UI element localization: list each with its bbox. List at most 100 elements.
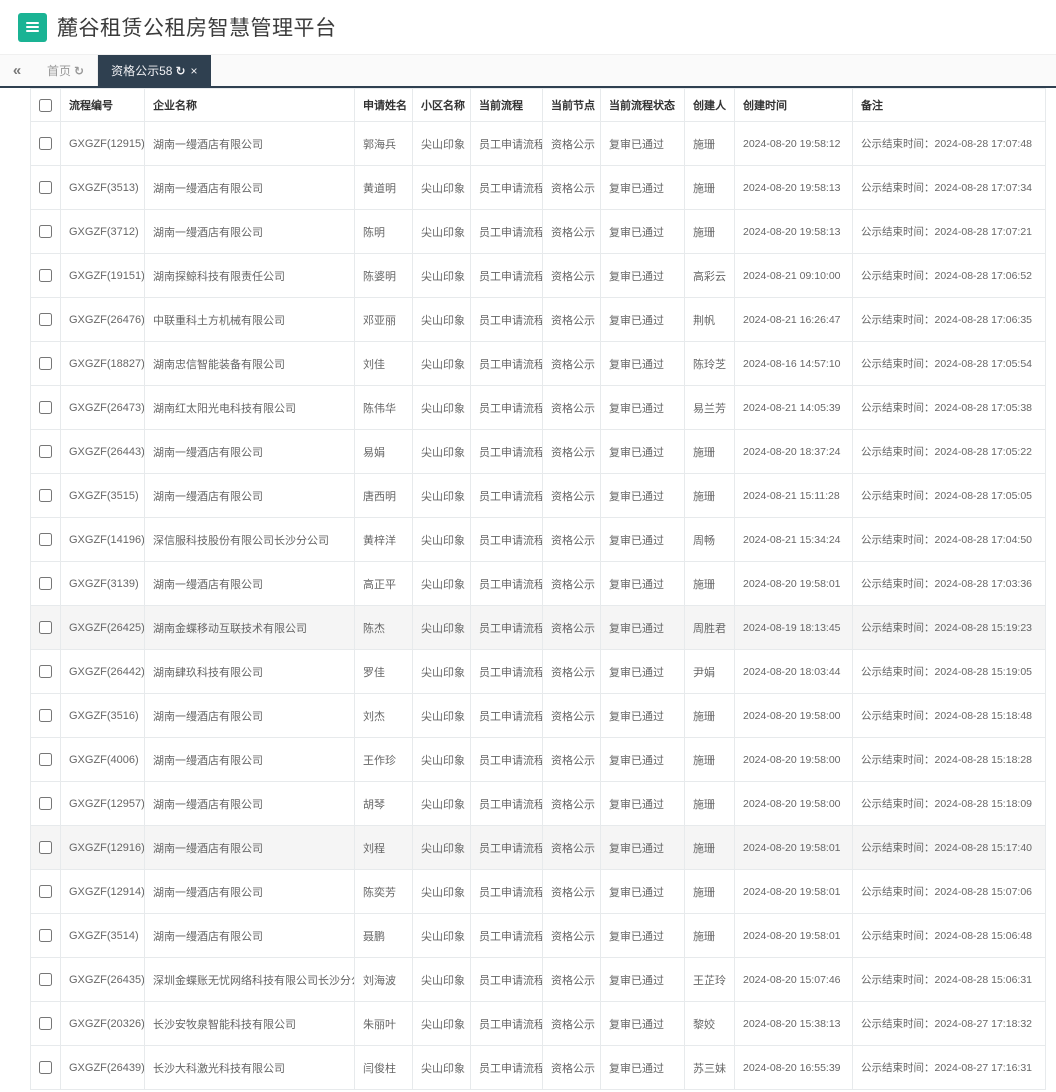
table-row: GXGZF(3516) 湖南一缦酒店有限公司 刘杰 尖山印象 员工申请流程 资格… <box>30 693 1046 738</box>
cell-created-time: 2024-08-21 09:10:00 <box>734 253 853 298</box>
cell-status: 复审已通过 <box>600 209 685 254</box>
row-checkbox[interactable] <box>39 269 52 282</box>
cell-applicant: 陈婆明 <box>354 253 413 298</box>
select-all-checkbox[interactable] <box>39 98 52 112</box>
cell-applicant: 闫俊柱 <box>354 1045 413 1090</box>
cell-applicant: 陈伟华 <box>354 385 413 430</box>
header-applicant: 申请姓名 <box>354 88 413 122</box>
cell-community: 尖山印象 <box>412 869 471 914</box>
cell-created-time: 2024-08-16 14:57:10 <box>734 341 853 386</box>
cell-company: 湖南探鲸科技有限责任公司 <box>144 253 355 298</box>
cell-applicant: 黄道明 <box>354 165 413 210</box>
cell-creator: 施珊 <box>684 825 735 870</box>
cell-node: 资格公示 <box>542 165 601 210</box>
row-checkbox-cell <box>30 737 61 782</box>
row-checkbox[interactable] <box>39 841 52 854</box>
row-checkbox[interactable] <box>39 621 52 634</box>
cell-created-time: 2024-08-20 19:58:12 <box>734 121 853 166</box>
cell-creator: 施珊 <box>684 561 735 606</box>
cell-status: 复审已通过 <box>600 1001 685 1046</box>
row-checkbox[interactable] <box>39 137 52 150</box>
cell-creator: 施珊 <box>684 165 735 210</box>
cell-node: 资格公示 <box>542 649 601 694</box>
cell-community: 尖山印象 <box>412 737 471 782</box>
cell-status: 复审已通过 <box>600 165 685 210</box>
cell-community: 尖山印象 <box>412 649 471 694</box>
tab-home-label: 首页 <box>47 64 72 78</box>
cell-company: 湖南一缦酒店有限公司 <box>144 121 355 166</box>
cell-process: 员工申请流程 <box>470 121 543 166</box>
cell-created-time: 2024-08-20 19:58:01 <box>734 561 853 606</box>
cell-community: 尖山印象 <box>412 605 471 650</box>
row-checkbox[interactable] <box>39 1061 52 1074</box>
sidebar-toggle-button[interactable] <box>18 12 47 42</box>
cell-applicant: 胡琴 <box>354 781 413 826</box>
cell-process: 员工申请流程 <box>470 649 543 694</box>
cell-process: 员工申请流程 <box>470 693 543 738</box>
table-row: GXGZF(12916) 湖南一缦酒店有限公司 刘程 尖山印象 员工申请流程 资… <box>30 825 1046 870</box>
cell-remark: 公示结束时间：2024-08-28 17:07:34 <box>852 165 1046 210</box>
row-checkbox[interactable] <box>39 577 52 590</box>
tab-bar: « 首页 ↻ 资格公示 58 ↻ × <box>0 55 1056 88</box>
select-all-cell <box>30 88 61 122</box>
cell-company: 湖南一缦酒店有限公司 <box>144 165 355 210</box>
cell-creator: 黎姣 <box>684 1001 735 1046</box>
cell-node: 资格公示 <box>542 429 601 474</box>
row-checkbox[interactable] <box>39 885 52 898</box>
cell-process-id: GXGZF(18827) <box>60 341 145 386</box>
collapse-tabs-button[interactable]: « <box>0 55 34 86</box>
cell-company: 湖南一缦酒店有限公司 <box>144 429 355 474</box>
cell-status: 复审已通过 <box>600 957 685 1002</box>
cell-process: 员工申请流程 <box>470 869 543 914</box>
cell-process-id: GXGZF(26439) <box>60 1045 145 1090</box>
cell-remark: 公示结束时间：2024-08-27 17:16:31 <box>852 1045 1046 1090</box>
table-row: GXGZF(3514) 湖南一缦酒店有限公司 聂鹏 尖山印象 员工申请流程 资格… <box>30 913 1046 958</box>
cell-remark: 公示结束时间：2024-08-28 17:05:22 <box>852 429 1046 474</box>
row-checkbox[interactable] <box>39 709 52 722</box>
refresh-icon[interactable]: ↻ <box>175 64 185 78</box>
row-checkbox[interactable] <box>39 1017 52 1030</box>
cell-process-id: GXGZF(3515) <box>60 473 145 518</box>
row-checkbox[interactable] <box>39 445 52 458</box>
refresh-icon[interactable]: ↻ <box>74 64 84 78</box>
cell-process: 员工申请流程 <box>470 737 543 782</box>
row-checkbox-cell <box>30 605 61 650</box>
row-checkbox[interactable] <box>39 973 52 986</box>
row-checkbox[interactable] <box>39 181 52 194</box>
cell-process: 员工申请流程 <box>470 1045 543 1090</box>
row-checkbox[interactable] <box>39 929 52 942</box>
cell-status: 复审已通过 <box>600 1045 685 1090</box>
cell-process: 员工申请流程 <box>470 429 543 474</box>
table-row: GXGZF(12914) 湖南一缦酒店有限公司 陈奕芳 尖山印象 员工申请流程 … <box>30 869 1046 914</box>
cell-creator: 施珊 <box>684 781 735 826</box>
cell-status: 复审已通过 <box>600 737 685 782</box>
cell-process: 员工申请流程 <box>470 297 543 342</box>
cell-process: 员工申请流程 <box>470 385 543 430</box>
cell-created-time: 2024-08-21 15:34:24 <box>734 517 853 562</box>
cell-creator: 施珊 <box>684 429 735 474</box>
row-checkbox-cell <box>30 869 61 914</box>
table-row: GXGZF(18827) 湖南忠信智能装备有限公司 刘佳 尖山印象 员工申请流程… <box>30 341 1046 386</box>
cell-remark: 公示结束时间：2024-08-28 15:17:40 <box>852 825 1046 870</box>
cell-node: 资格公示 <box>542 825 601 870</box>
row-checkbox[interactable] <box>39 401 52 414</box>
cell-created-time: 2024-08-20 18:03:44 <box>734 649 853 694</box>
row-checkbox[interactable] <box>39 357 52 370</box>
cell-process: 员工申请流程 <box>470 517 543 562</box>
cell-node: 资格公示 <box>542 473 601 518</box>
close-icon[interactable]: × <box>191 64 198 78</box>
row-checkbox[interactable] <box>39 533 52 546</box>
cell-process-id: GXGZF(12916) <box>60 825 145 870</box>
tab-home[interactable]: 首页 ↻ <box>34 55 99 86</box>
row-checkbox[interactable] <box>39 489 52 502</box>
row-checkbox[interactable] <box>39 665 52 678</box>
cell-community: 尖山印象 <box>412 781 471 826</box>
row-checkbox[interactable] <box>39 797 52 810</box>
cell-community: 尖山印象 <box>412 693 471 738</box>
row-checkbox[interactable] <box>39 225 52 238</box>
tab-qualification-publicity[interactable]: 资格公示 58 ↻ × <box>98 55 211 86</box>
row-checkbox[interactable] <box>39 753 52 766</box>
cell-node: 资格公示 <box>542 693 601 738</box>
row-checkbox[interactable] <box>39 313 52 326</box>
table-row: GXGZF(12915) 湖南一缦酒店有限公司 郭海兵 尖山印象 员工申请流程 … <box>30 121 1046 166</box>
